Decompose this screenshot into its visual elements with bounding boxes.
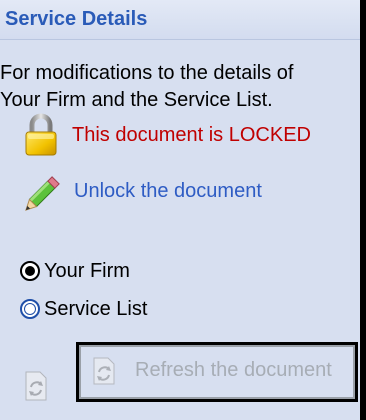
service-list-radio[interactable] [20, 299, 40, 319]
unlock-document-link[interactable]: Unlock the document [24, 168, 262, 214]
refresh-document-label[interactable]: Refresh the document [135, 359, 332, 382]
unlock-document-label[interactable]: Unlock the document [74, 180, 262, 203]
description-line-2: Your Firm and the Service List. [0, 89, 273, 111]
panel-header: Service Details [0, 0, 360, 40]
service-list-option[interactable]: Service List [20, 296, 147, 322]
pencil-icon [24, 170, 66, 212]
service-details-panel: Service Details For modifications to the… [0, 0, 366, 420]
description-text: For modifications to the details of Your… [0, 60, 360, 114]
lock-icon [24, 113, 58, 157]
your-firm-label[interactable]: Your Firm [44, 260, 130, 283]
refresh-icon [22, 370, 50, 402]
your-firm-option[interactable]: Your Firm [20, 258, 130, 284]
refresh-document-button[interactable]: Refresh the document [76, 342, 358, 402]
refresh-button-icon [89, 356, 119, 386]
description-line-1: For modifications to the details of [0, 62, 294, 84]
service-list-label[interactable]: Service List [44, 298, 147, 321]
panel-title: Service Details [5, 8, 148, 30]
lock-status: This document is LOCKED [24, 112, 311, 158]
locked-status-text: This document is LOCKED [72, 123, 311, 146]
your-firm-radio[interactable] [20, 261, 40, 281]
